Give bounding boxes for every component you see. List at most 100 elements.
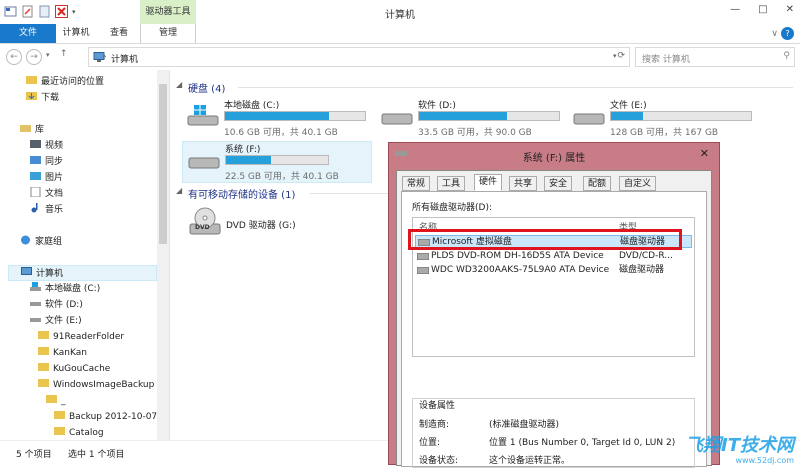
nav-recent[interactable]: 最近访问的位置: [26, 74, 104, 90]
folder-icon: [54, 427, 65, 435]
folder-icon: [46, 395, 57, 403]
maximize-icon[interactable]: □: [758, 4, 767, 15]
annotation-highlight-box: [408, 229, 682, 250]
drive-tile-c[interactable]: 本地磁盘 (C:) 10.6 GB 可用，共 40.1 GB: [182, 98, 372, 138]
nav-downloads[interactable]: 下载: [26, 90, 59, 106]
drive-usage-bar: [224, 111, 366, 121]
tab-quota[interactable]: 配额: [583, 176, 612, 191]
list-item[interactable]: PLDS DVD-ROM DH-16D5S ATA Device DVD/CD-…: [415, 250, 692, 263]
address-bar[interactable]: › 计算机 ▾ ⟳: [88, 47, 630, 67]
back-icon[interactable]: ←: [6, 49, 22, 65]
watermark-url: www.52dj.com: [735, 456, 794, 465]
music-icon: [31, 203, 38, 213]
downloads-icon: [26, 92, 37, 100]
drive-icon: [30, 302, 41, 306]
tab-file[interactable]: 文件: [0, 24, 56, 43]
watermark-logo: 飞翔IT技术网: [685, 435, 794, 456]
nav-folder-underscore[interactable]: _: [46, 393, 66, 409]
folder-icon: [38, 331, 49, 339]
nav-folder-backup[interactable]: Backup 2012-10-07: [54, 409, 157, 425]
address-dropdown-icon[interactable]: ▾: [613, 52, 617, 60]
nav-scrollbar[interactable]: [157, 70, 169, 440]
collapse-group-icon[interactable]: ◢: [176, 80, 182, 89]
device-properties-group: 设备属性 制造商: (标准磁盘驱动器) 位置: 位置 1 (Bus Number…: [412, 398, 695, 468]
drive-icon: [188, 157, 220, 169]
expand-ribbon-icon[interactable]: ∨: [771, 29, 778, 39]
scrollbar-thumb[interactable]: [159, 84, 167, 244]
drive-tile-d[interactable]: 软件 (D:) 33.5 GB 可用，共 90.0 GB: [376, 98, 566, 138]
nav-videos[interactable]: 视频: [30, 138, 63, 154]
computer-icon: [21, 267, 32, 275]
tab-sharing[interactable]: 共享: [509, 176, 538, 191]
device-status-label: 设备状态:: [419, 456, 459, 466]
drive-tile-f[interactable]: 系统 (F:) 22.5 GB 可用，共 40.1 GB: [182, 141, 372, 183]
collapse-group-icon[interactable]: ◢: [176, 186, 182, 195]
drive-icon: [30, 318, 41, 322]
ribbon-tabs: 文件 计算机 查看 管理 ∨ ?: [0, 24, 800, 44]
recent-locations-icon[interactable]: ▾: [46, 51, 50, 59]
drive-icon: [381, 113, 413, 125]
nav-folder-kankan[interactable]: KanKan: [38, 345, 87, 361]
nav-folder-91reader[interactable]: 91ReaderFolder: [38, 329, 124, 345]
folder-icon: [38, 363, 49, 371]
minimize-icon[interactable]: —: [730, 4, 740, 15]
location-value: 位置 1 (Bus Number 0, Target Id 0, LUN 2): [489, 438, 676, 448]
nav-drive-c[interactable]: 本地磁盘 (C:): [30, 281, 100, 297]
list-item[interactable]: WDC WD3200AAKS-75L9A0 ATA Device 磁盘驱动器: [415, 264, 692, 277]
disk-drive-icon: [417, 267, 429, 274]
location-label: 位置:: [419, 438, 441, 448]
drive-tile-e[interactable]: 文件 (E:) 128 GB 可用，共 167 GB: [568, 98, 758, 138]
nav-music[interactable]: 音乐: [30, 202, 63, 218]
forward-icon[interactable]: →: [26, 49, 42, 65]
nav-documents[interactable]: 文档: [30, 186, 63, 202]
nav-computer[interactable]: 计算机: [8, 265, 157, 281]
folder-icon: [38, 347, 49, 355]
tab-customize[interactable]: 自定义: [619, 176, 657, 191]
address-path: 计算机: [111, 55, 139, 65]
group-divider: [310, 193, 390, 194]
up-icon[interactable]: ↑: [60, 49, 68, 59]
nav-homegroup[interactable]: 家庭组: [20, 234, 62, 250]
drive-tile-dvd[interactable]: DVD DVD 驱动器 (G:): [184, 206, 324, 244]
item-count: 5 个项目: [16, 450, 52, 460]
tab-manage[interactable]: 管理: [140, 24, 196, 43]
tab-security[interactable]: 安全: [544, 176, 573, 191]
disk-list-label: 所有磁盘驱动器(D):: [412, 203, 492, 213]
documents-icon: [30, 187, 41, 197]
group-header-hdd[interactable]: 硬盘 (4): [188, 80, 225, 95]
dvd-drive-icon: [417, 253, 429, 260]
tab-computer[interactable]: 计算机: [56, 24, 96, 43]
folder-icon: [38, 379, 49, 387]
nav-drive-e[interactable]: 文件 (E:): [30, 313, 82, 329]
library-icon: [20, 125, 31, 132]
tab-general[interactable]: 常规: [402, 176, 431, 191]
recent-places-icon: [26, 76, 37, 84]
manufacturer-value: (标准磁盘驱动器): [489, 420, 560, 430]
windows-drive-icon: [187, 105, 219, 126]
drive-usage-bar: [225, 155, 329, 165]
homegroup-icon: [21, 235, 30, 245]
search-icon[interactable]: ⚲: [783, 51, 790, 61]
nav-sync[interactable]: 同步: [30, 154, 63, 170]
nav-pictures[interactable]: 图片: [30, 170, 63, 186]
dvd-icon-label: DVD: [195, 224, 210, 231]
close-icon[interactable]: ✕: [700, 147, 709, 160]
tab-hardware[interactable]: 硬件: [474, 174, 503, 191]
help-icon[interactable]: ?: [781, 27, 794, 40]
group-header-removable[interactable]: 有可移动存储的设备 (1): [188, 186, 295, 201]
tab-view[interactable]: 查看: [101, 24, 137, 43]
search-input[interactable]: 搜索 计算机 ⚲: [635, 47, 795, 67]
nav-libraries[interactable]: 库: [20, 122, 44, 138]
nav-folder-catalog[interactable]: Catalog: [54, 425, 104, 440]
drive-usage-bar: [418, 111, 560, 121]
nav-folder-kugou[interactable]: KuGouCache: [38, 361, 110, 377]
nav-folder-wib[interactable]: WindowsImageBackup: [38, 377, 154, 393]
selection-count: 选中 1 个项目: [68, 450, 125, 460]
refresh-icon[interactable]: ⟳: [617, 51, 625, 61]
nav-drive-d[interactable]: 软件 (D:): [30, 297, 83, 313]
tab-tools[interactable]: 工具: [437, 176, 466, 191]
device-status-value: 这个设备运转正常。: [489, 456, 571, 466]
close-icon[interactable]: ✕: [786, 4, 794, 15]
window-title: 计算机: [385, 10, 415, 21]
dvd-drive-name: DVD 驱动器 (G:): [226, 221, 296, 231]
